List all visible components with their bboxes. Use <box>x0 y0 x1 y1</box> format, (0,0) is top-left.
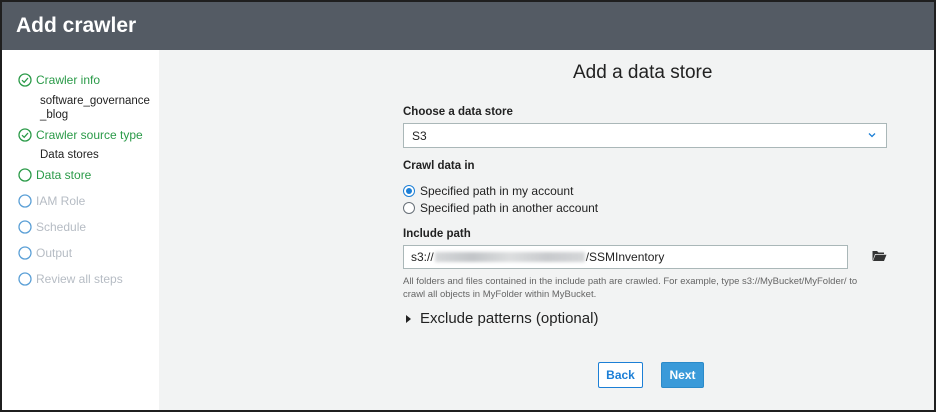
data-store-label: Choose a data store <box>403 106 513 118</box>
step-label: Output <box>36 246 73 260</box>
caret-right-icon <box>406 314 411 323</box>
radio-button-selected[interactable] <box>403 185 415 197</box>
back-button[interactable]: Back <box>598 362 643 388</box>
data-store-value: S3 <box>412 129 427 143</box>
step-review-all-steps: Review all steps <box>18 272 123 286</box>
step-label: IAM Role <box>36 194 86 208</box>
include-path-input[interactable]: s3:// /SSMInventory <box>403 245 848 269</box>
crawler-wizard-window: Add crawler Crawler info software_govern… <box>0 0 936 412</box>
form-title: Add a data store <box>573 62 713 83</box>
page-title: Add crawler <box>16 14 137 37</box>
step-crawler-info[interactable]: Crawler info <box>18 73 100 87</box>
step-label: Crawler source type <box>36 128 143 142</box>
include-path-label: Include path <box>403 228 471 240</box>
step-label: Review all steps <box>36 272 123 286</box>
step-schedule: Schedule <box>18 220 86 234</box>
include-path-suffix: /SSMInventory <box>585 250 665 264</box>
circle-icon <box>18 194 32 208</box>
exclude-patterns-toggle[interactable]: Exclude patterns (optional) <box>406 310 598 327</box>
step-iam-role: IAM Role <box>18 194 85 208</box>
radio-another-account[interactable]: Specified path in another account <box>403 201 598 215</box>
step-data-store[interactable]: Data store <box>18 168 91 182</box>
circle-icon <box>18 220 32 234</box>
step-label: Crawler info <box>36 73 101 87</box>
radio-label: Specified path in my account <box>420 184 574 198</box>
circle-icon <box>18 272 32 286</box>
radio-label: Specified path in another account <box>420 201 599 215</box>
circle-icon <box>18 246 32 260</box>
exclude-patterns-label: Exclude patterns (optional) <box>420 310 599 327</box>
check-circle-icon <box>18 73 32 87</box>
crawl-data-in-label: Crawl data in <box>403 160 475 172</box>
step-detail-source-type: Data stores <box>40 149 99 161</box>
step-detail-crawler-name: software_governance _blog <box>40 95 150 121</box>
wizard-header: Add crawler <box>2 2 934 50</box>
include-path-help-text: All folders and files contained in the i… <box>403 275 883 301</box>
step-label: Schedule <box>36 220 87 234</box>
data-store-form: Add a data store Choose a data store S3 … <box>159 50 934 410</box>
data-store-select[interactable]: S3 <box>403 123 887 148</box>
wizard-steps-sidebar: Crawler info software_governance _blog C… <box>2 50 159 410</box>
include-path-prefix: s3:// <box>411 250 434 264</box>
redacted-bucket-name <box>434 252 585 262</box>
next-button[interactable]: Next <box>661 362 704 388</box>
check-circle-icon <box>18 128 32 142</box>
radio-button[interactable] <box>403 202 415 214</box>
help-line: crawl all objects in MyFolder within MyB… <box>403 289 597 300</box>
step-label: Data store <box>36 168 92 182</box>
folder-open-icon[interactable] <box>872 250 887 262</box>
radio-my-account[interactable]: Specified path in my account <box>403 184 573 198</box>
step-crawler-source-type[interactable]: Crawler source type <box>18 128 143 142</box>
help-line: All folders and files contained in the i… <box>403 276 858 287</box>
circle-icon <box>18 168 32 182</box>
step-output: Output <box>18 246 72 260</box>
chevron-down-icon <box>868 133 876 138</box>
